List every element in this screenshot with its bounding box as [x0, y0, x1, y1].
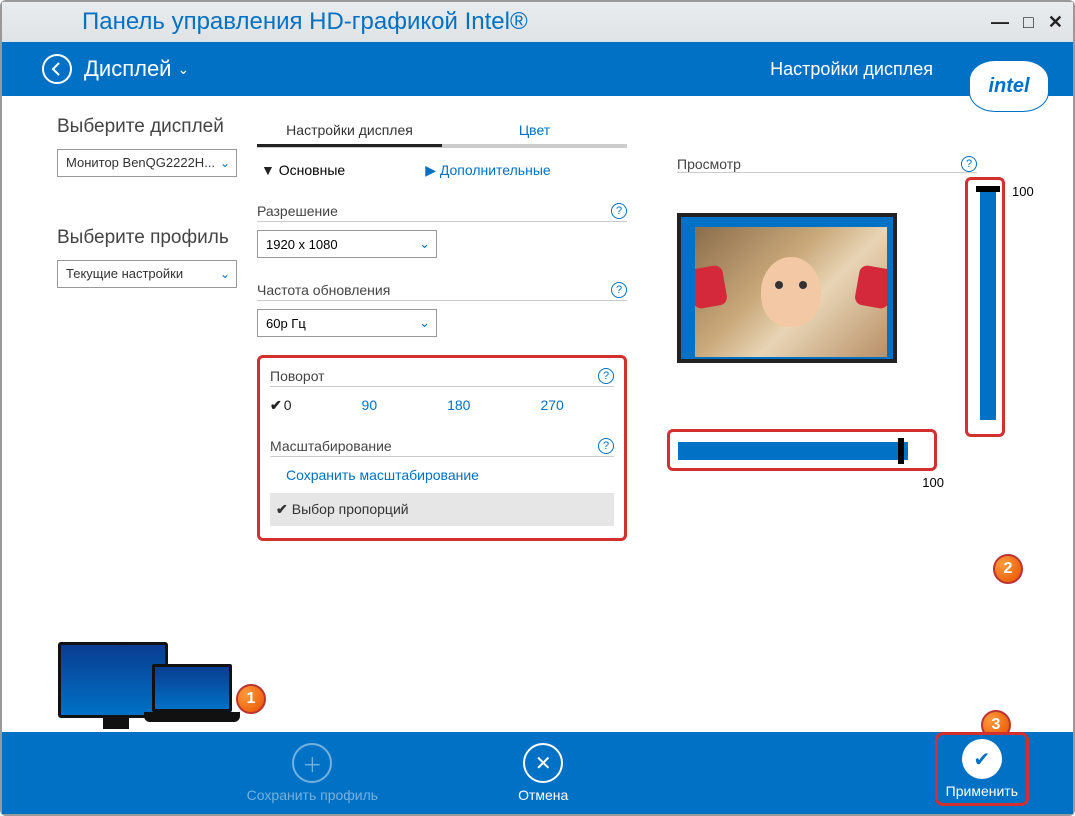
middle-column: Настройки дисплея Цвет Основные Дополнит… — [257, 116, 657, 676]
refresh-label: Частота обновления — [257, 282, 390, 298]
maximize-icon[interactable]: □ — [1023, 12, 1034, 33]
rotation-180[interactable]: 180 — [447, 397, 470, 414]
subtab-bar: Основные Дополнительные — [257, 162, 627, 179]
header-bar: Дисплей ⌄ Настройки дисплея — [2, 42, 1073, 96]
arrow-left-icon — [49, 61, 65, 77]
save-profile-button: ＋ Сохранить профиль — [247, 743, 378, 803]
apply-label: Применить — [946, 783, 1018, 799]
horizontal-scaling-slider[interactable] — [678, 442, 908, 460]
page-dropdown[interactable]: Дисплей ⌄ — [84, 56, 189, 82]
rotation-block: Поворот ? 0 90 180 270 — [270, 368, 614, 414]
preview-monitor — [677, 213, 897, 363]
profile-select-value: Текущие настройки — [66, 266, 183, 281]
preview-label: Просмотр — [677, 156, 741, 172]
vertical-scaling-slider[interactable] — [980, 190, 996, 420]
horizontal-scaling-highlight: 100 — [667, 429, 937, 471]
cancel-button[interactable]: ✕ Отмена — [518, 743, 568, 803]
chevron-down-icon: ⌄ — [220, 156, 230, 170]
subtab-basic[interactable]: Основные — [261, 162, 345, 179]
subtab-advanced[interactable]: Дополнительные — [425, 162, 550, 179]
titlebar: Панель управления HD-графикой Intel® — □… — [2, 2, 1073, 42]
left-column: Выберите дисплей Монитор BenQG2222H... ⌄… — [57, 116, 257, 676]
scaling-label: Масштабирование — [270, 438, 392, 454]
display-select-value: Монитор BenQG2222H... — [66, 155, 215, 170]
tab-display-settings[interactable]: Настройки дисплея — [257, 116, 442, 147]
refresh-value: 60p Гц — [266, 316, 306, 331]
plus-icon: ＋ — [292, 743, 332, 783]
preview-area: 100 100 — [677, 183, 977, 423]
page-title: Дисплей — [84, 56, 171, 82]
rotation-90[interactable]: 90 — [362, 397, 378, 414]
tab-color[interactable]: Цвет — [442, 116, 627, 147]
save-profile-label: Сохранить профиль — [247, 787, 378, 803]
close-icon[interactable]: ✕ — [1048, 12, 1063, 33]
preview-image — [695, 227, 887, 357]
vertical-scaling-highlight: 100 — [965, 177, 1005, 437]
close-icon: ✕ — [523, 743, 563, 783]
rotation-0[interactable]: 0 — [270, 397, 292, 414]
laptop-icon — [144, 664, 240, 728]
annotation-badge-2: 2 — [993, 554, 1023, 584]
help-icon[interactable]: ? — [598, 438, 614, 454]
footer-bar: ＋ Сохранить профиль ✕ Отмена ✔ Применить — [2, 732, 1073, 814]
horizontal-scaling-value: 100 — [922, 475, 944, 490]
back-button[interactable] — [42, 54, 72, 84]
refresh-block: Частота обновления ? 60p Гц ⌄ — [257, 282, 627, 337]
display-select[interactable]: Монитор BenQG2222H... ⌄ — [57, 149, 237, 177]
window-controls: — □ ✕ — [991, 12, 1063, 33]
rotation-label: Поворот — [270, 368, 325, 384]
apply-button[interactable]: ✔ Применить — [946, 739, 1018, 799]
cancel-label: Отмена — [518, 787, 568, 803]
resolution-select[interactable]: 1920 x 1080 ⌄ — [257, 230, 437, 258]
resolution-value: 1920 x 1080 — [266, 237, 338, 252]
refresh-select[interactable]: 60p Гц ⌄ — [257, 309, 437, 337]
check-icon: ✔ — [962, 739, 1002, 779]
chevron-down-icon: ⌄ — [177, 61, 189, 78]
scaling-block: Масштабирование ? Сохранить масштабирова… — [270, 438, 614, 526]
chevron-down-icon: ⌄ — [220, 267, 230, 281]
annotation-badge-1: 1 — [236, 684, 266, 714]
rotation-options: 0 90 180 270 — [270, 397, 614, 414]
help-icon[interactable]: ? — [598, 368, 614, 384]
chevron-down-icon: ⌄ — [419, 236, 430, 252]
save-scaling-link[interactable]: Сохранить масштабирование — [286, 467, 614, 483]
select-profile-label: Выберите профиль — [57, 227, 237, 250]
vertical-slider-thumb[interactable] — [976, 186, 1000, 192]
aspect-ratio-option[interactable]: Выбор пропорций — [270, 493, 614, 526]
window-title: Панель управления HD-графикой Intel® — [12, 8, 991, 36]
resolution-label: Разрешение — [257, 203, 338, 219]
rotation-270[interactable]: 270 — [540, 397, 563, 414]
content-area: Выберите дисплей Монитор BenQG2222H... ⌄… — [2, 96, 1073, 676]
horizontal-slider-thumb[interactable] — [898, 438, 904, 464]
tab-bar: Настройки дисплея Цвет — [257, 116, 627, 148]
help-icon[interactable]: ? — [961, 156, 977, 172]
right-column: Просмотр ? 100 100 — [657, 116, 1043, 676]
chevron-down-icon: ⌄ — [419, 315, 430, 331]
select-display-label: Выберите дисплей — [57, 116, 237, 139]
rotation-scaling-highlight: Поворот ? 0 90 180 270 Масштабирование ?… — [257, 355, 627, 541]
section-title: Настройки дисплея — [770, 59, 933, 80]
minimize-icon[interactable]: — — [991, 12, 1009, 33]
vertical-scaling-value: 100 — [1012, 184, 1034, 199]
help-icon[interactable]: ? — [611, 203, 627, 219]
displays-illustration — [58, 618, 238, 728]
help-icon[interactable]: ? — [611, 282, 627, 298]
resolution-block: Разрешение ? 1920 x 1080 ⌄ — [257, 203, 627, 258]
apply-highlight: ✔ Применить — [935, 732, 1029, 806]
profile-select[interactable]: Текущие настройки ⌄ — [57, 260, 237, 288]
